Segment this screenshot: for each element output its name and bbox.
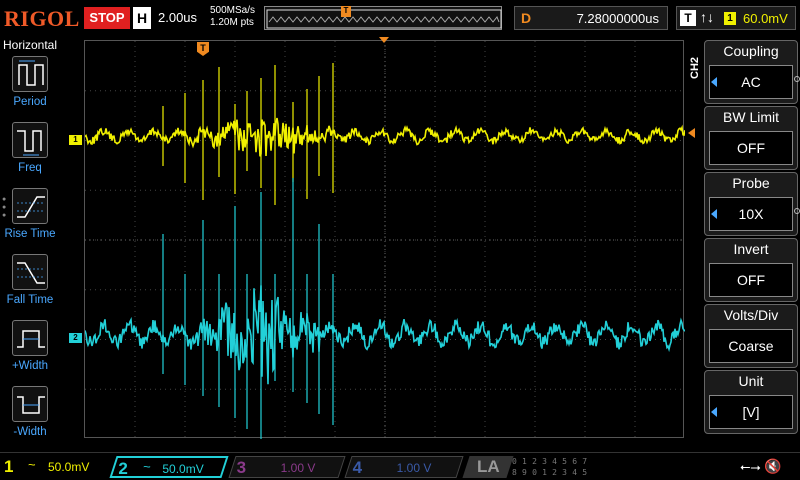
- measure-freq[interactable]: Freq: [0, 122, 60, 186]
- delay-chip: D: [520, 10, 532, 26]
- measure-label: Freq: [18, 162, 42, 174]
- coupling-icon: ~: [28, 457, 36, 472]
- page-indicator-icon: [794, 208, 800, 214]
- trigger-edge-icon: ↑↓: [700, 9, 714, 25]
- menu-title: BW Limit: [723, 109, 779, 125]
- freq-icon: [17, 130, 42, 156]
- ch1-status[interactable]: 1 ~ 50.0mV: [0, 456, 110, 478]
- menu-value: AC: [709, 65, 793, 99]
- measure-label: Fall Time: [6, 294, 54, 306]
- channel-menu: Coupling AC BW Limit OFF Probe 10X Inver…: [704, 40, 800, 436]
- neg-width-icon: [17, 396, 45, 414]
- run-stop-indicator[interactable]: STOP: [84, 7, 130, 29]
- digital-channel-grid: 0 1 2 3 4 5 6 7 8 9 0 1 2 3 4 5: [512, 457, 588, 477]
- measure-pos-width[interactable]: +Width: [0, 320, 60, 384]
- page-indicator-icon: [794, 76, 800, 82]
- trigger-source: 1: [724, 12, 736, 25]
- pos-width-icon: [17, 330, 45, 348]
- measure-fall-time[interactable]: Fall Time: [0, 254, 60, 318]
- fall-time-icon: [17, 262, 45, 284]
- horizontal-chip[interactable]: H: [133, 7, 151, 29]
- measure-period[interactable]: Period: [0, 56, 60, 120]
- screen-center-marker: [379, 37, 389, 43]
- measurement-panel: Horizontal Period Freq ● ● ● Rise Time F…: [0, 36, 60, 452]
- menu-title: Coupling: [723, 43, 779, 59]
- menu-value: OFF: [709, 263, 793, 297]
- measure-label: +Width: [11, 360, 49, 372]
- measure-neg-width[interactable]: -Width: [0, 386, 60, 450]
- status-bar: RIGOL STOP H 2.00us 500MSa/s 1.20M pts T…: [0, 0, 800, 36]
- menu-title: Probe: [732, 175, 770, 191]
- left-arrow-icon: [711, 209, 717, 219]
- menu-probe[interactable]: Probe 10X: [704, 172, 798, 236]
- menu-title: Invert: [733, 241, 769, 257]
- menu-title: Unit: [738, 373, 764, 389]
- channel-number: 3: [236, 458, 247, 477]
- speaker-mute-icon[interactable]: 🔇: [764, 458, 781, 475]
- menu-value: OFF: [709, 131, 793, 165]
- graticule: [85, 41, 685, 439]
- ch1-offset-marker[interactable]: 1: [69, 135, 82, 145]
- timebase-value[interactable]: 2.00us: [158, 10, 197, 25]
- channel-number: 1: [4, 457, 14, 476]
- menu-value: Coarse: [709, 329, 793, 363]
- menu-bw-limit[interactable]: BW Limit OFF: [704, 106, 798, 170]
- memory-waveform-icon: [266, 9, 502, 29]
- brand-logo: RIGOL: [4, 6, 80, 31]
- channel-number: 4: [352, 458, 363, 477]
- menu-invert[interactable]: Invert OFF: [704, 238, 798, 302]
- period-icon: [18, 60, 44, 86]
- acquisition-info: 500MSa/s 1.20M pts: [210, 5, 255, 29]
- menu-coupling[interactable]: Coupling AC: [704, 40, 798, 104]
- channel-number: 2: [118, 459, 128, 478]
- measure-rise-time[interactable]: Rise Time: [0, 188, 60, 252]
- channel-bar: 1 ~ 50.0mV 2 ~ 50.0mV 3 1.00 V 4 1.00 V …: [0, 452, 800, 480]
- menu-title: Volts/Div: [723, 307, 779, 323]
- delay-display[interactable]: D 7.28000000us: [514, 6, 668, 30]
- ch3-status[interactable]: 3 1.00 V: [228, 456, 346, 478]
- measure-label: -Width: [13, 426, 47, 438]
- measure-label: Rise Time: [4, 228, 56, 240]
- menu-value: 10X: [709, 197, 793, 231]
- memory-trigger-marker: T: [341, 6, 351, 17]
- ch2-offset-marker[interactable]: 2: [69, 333, 82, 343]
- usb-icon: ⭠⭢: [740, 459, 761, 474]
- channel-scale: 1.00 V: [280, 461, 316, 475]
- channel-scale: 50.0mV: [48, 460, 90, 474]
- channel-scale: 50.0mV: [162, 462, 204, 476]
- sample-rate: 500MSa/s: [210, 5, 256, 16]
- delay-value: 7.28000000us: [576, 11, 659, 26]
- panel-title: Horizontal: [2, 38, 58, 52]
- ch4-status[interactable]: 4 1.00 V: [344, 456, 464, 478]
- menu-value: [V]: [709, 395, 793, 429]
- rise-time-icon: [17, 196, 45, 218]
- menu-unit[interactable]: Unit [V]: [704, 370, 798, 434]
- trigger-level-marker[interactable]: [688, 128, 695, 138]
- memory-overview[interactable]: T: [264, 6, 502, 30]
- left-arrow-icon: [711, 407, 717, 417]
- channel-scale: 1.00 V: [396, 461, 432, 475]
- ch2-status[interactable]: 2 ~ 50.0mV: [109, 456, 229, 478]
- coupling-icon: ~: [143, 459, 151, 474]
- logic-analyzer-button[interactable]: LA: [462, 456, 514, 478]
- left-arrow-icon: [711, 77, 717, 87]
- menu-channel-tag: CH2: [689, 56, 701, 79]
- memory-points: 1.20M pts: [210, 17, 254, 28]
- trigger-display[interactable]: T ↑↓ 1 60.0mV: [676, 6, 796, 30]
- measure-label: Period: [13, 96, 47, 108]
- menu-volts-div[interactable]: Volts/Div Coarse: [704, 304, 798, 368]
- waveform-display[interactable]: [84, 40, 685, 439]
- trigger-type-chip: T: [680, 10, 696, 26]
- trigger-level: 60.0mV: [743, 11, 788, 26]
